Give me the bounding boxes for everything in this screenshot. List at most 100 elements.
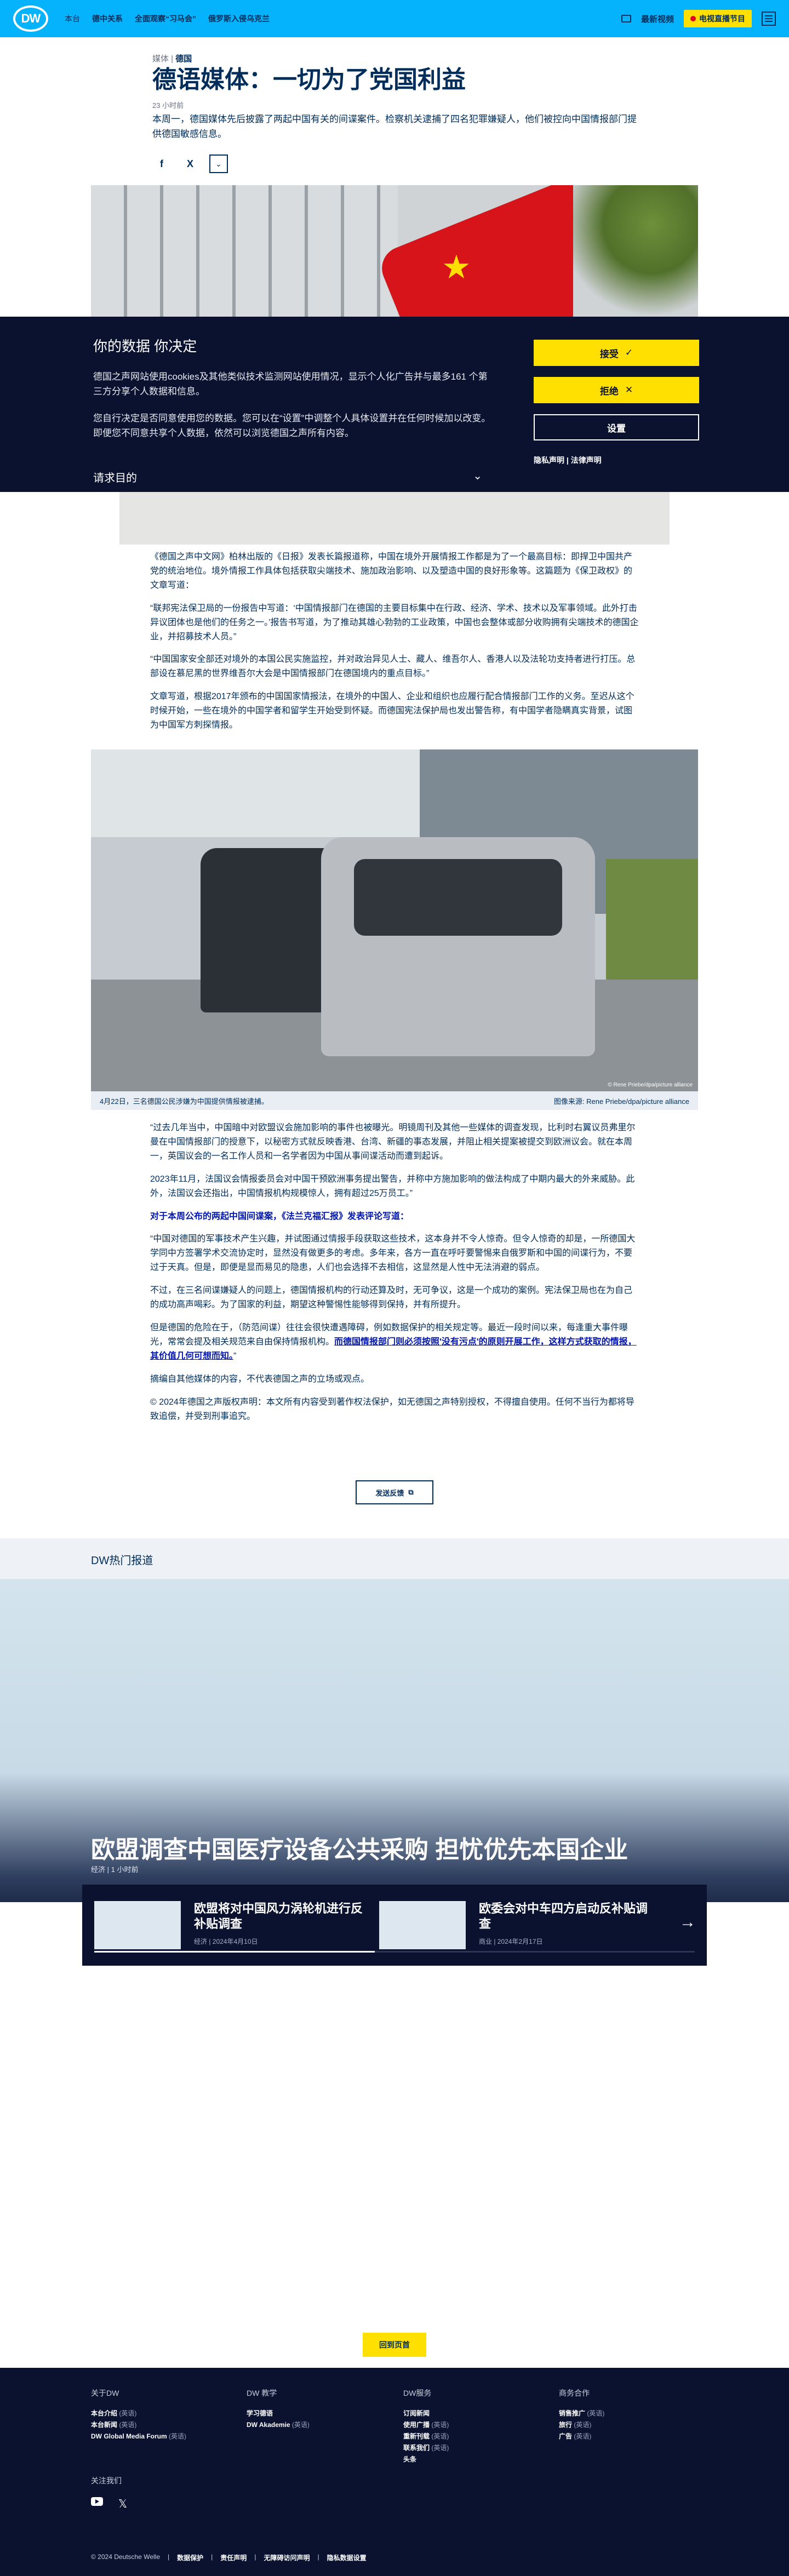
footer-link-label: 学习德语 bbox=[247, 2409, 273, 2417]
body-paragraph: “中国国家安全部还对境外的本国公民实施监控，并对政治异见人士、藏人、维吾尔人、香… bbox=[150, 655, 636, 679]
nav-item-ukraine[interactable]: 俄罗斯入侵乌克兰 bbox=[208, 13, 270, 24]
cookie-consent-banner: 你的数据 你决定 德国之声网站使用cookies及其他类似技术监测网站使用情况，… bbox=[0, 317, 789, 492]
footer-link-note: (英语) bbox=[291, 2420, 310, 2429]
footer-link-note: (英语) bbox=[169, 2432, 187, 2440]
footer-link-note: (英语) bbox=[574, 2420, 592, 2429]
hot-card-title: 欧盟将对中国风力涡轮机进行反补贴调查 bbox=[194, 1902, 363, 1931]
hot-card[interactable]: 欧委会对中车四方启动反补贴调查 商业 | 2024年2月17日 bbox=[379, 1901, 653, 1949]
hero-image: ★ bbox=[91, 185, 698, 317]
body-paragraph: 文章写道，根据2017年颁布的中国国家情报法，在境外的中国人、企业和组织也应履行… bbox=[150, 692, 634, 730]
legal-link[interactable]: 隐私数据设置 bbox=[327, 2553, 367, 2562]
footer-link[interactable]: 旅行 (英语) bbox=[559, 2419, 604, 2431]
footer-link[interactable]: DW Global Media Forum (英语) bbox=[91, 2431, 186, 2442]
footer-link-label: DW Akademie bbox=[247, 2420, 290, 2429]
footer-link-label: 广告 bbox=[559, 2432, 573, 2440]
accept-label: 接受 bbox=[599, 348, 619, 359]
body-paragraph: 但是德国的危险在于，（防范间谍）往往会很快遭遇障碍，例如数据保护的相关规定等。最… bbox=[150, 1321, 639, 1364]
follow-us-label: 关注我们 bbox=[91, 2476, 122, 2485]
share-more-icon[interactable]: ⌄ bbox=[209, 154, 228, 173]
silver-van bbox=[321, 837, 595, 1056]
legal-link[interactable]: 无障碍访问声明 bbox=[264, 2553, 310, 2562]
hot-carousel: 欧盟将对中国风力涡轮机进行反补贴调查经济 | 2024年4月10日 欧委会对中车… bbox=[82, 1885, 707, 1966]
footer-link-label: DW Global Media Forum bbox=[91, 2432, 167, 2440]
footer-link[interactable]: 广告 (英语) bbox=[559, 2431, 604, 2442]
footer-link[interactable]: 头条 bbox=[403, 2454, 449, 2465]
hot-card-thumb bbox=[94, 1901, 181, 1949]
footer-link-label: 销售推广 bbox=[559, 2409, 586, 2417]
flag-star-icon: ★ bbox=[442, 249, 471, 285]
youtube-icon[interactable] bbox=[91, 2497, 103, 2506]
nav-item-xi-ma-meeting[interactable]: 全面观察“习马会” bbox=[135, 13, 196, 24]
footer-link[interactable]: 使用广播 (英语) bbox=[403, 2419, 449, 2431]
breadcrumb-germany[interactable]: 德国 bbox=[175, 54, 192, 64]
footer-col-title: 商务合作 bbox=[559, 2389, 590, 2397]
nav-item-home[interactable]: 本台 bbox=[65, 13, 80, 24]
check-icon: ✓ bbox=[625, 347, 633, 358]
hot-headline[interactable]: 欧盟调查中国医疗设备公共采购 担忧优先本国企业 bbox=[91, 1830, 698, 1865]
footer-link[interactable]: 本台新闻 (英语) bbox=[91, 2419, 186, 2431]
footer-col-business: 商务合作 销售推广 (英语) 旅行 (英语) 广告 (英语) bbox=[559, 2386, 604, 2442]
x-twitter-icon[interactable]: 𝕏 bbox=[118, 2497, 127, 2511]
menu-icon[interactable] bbox=[762, 12, 776, 26]
footer-link-note: (英语) bbox=[574, 2432, 592, 2440]
hot-card[interactable]: 欧盟将对中国风力涡轮机进行反补贴调查经济 | 2024年4月10日 bbox=[94, 1901, 368, 1949]
arrow-right-icon[interactable]: → bbox=[679, 1913, 696, 1932]
footer-link[interactable]: 学习德语 bbox=[247, 2408, 310, 2419]
footer-col-title: DW 教学 bbox=[247, 2389, 277, 2397]
cookie-purposes-toggle[interactable]: 请求目的 ⌄ bbox=[93, 469, 482, 485]
accept-button[interactable]: 接受 ✓ bbox=[534, 340, 699, 366]
footer-col-title: 关于DW bbox=[91, 2389, 119, 2397]
caption-credit: 图像来源: Rene Priebe/dpa/picture alliance bbox=[553, 1097, 689, 1106]
carousel-progress bbox=[94, 1951, 695, 1953]
photo-overlay-credit: © Rene Priebe/dpa/picture alliance bbox=[608, 1082, 693, 1088]
footer-link[interactable]: 订阅新闻 bbox=[403, 2408, 449, 2419]
footer-link[interactable]: 本台介绍 (英语) bbox=[91, 2408, 186, 2419]
footer-link-label: 本台介绍 bbox=[91, 2409, 118, 2417]
back-to-top-button[interactable]: 回到页首 bbox=[363, 2333, 426, 2357]
feedback-label: 发送反馈 bbox=[375, 1489, 404, 1497]
footer-link-note: (英语) bbox=[587, 2409, 605, 2417]
send-feedback-button[interactable]: 发送反馈 ⧉ bbox=[356, 1480, 433, 1504]
body-paragraph: “中国对德国的军事技术产生兴趣，并试图通过情报手段获取这些技术，这本身并不令人惊… bbox=[150, 1234, 636, 1273]
feedback-icon: ⧉ bbox=[408, 1488, 414, 1496]
copyright-notice: © 2024年德国之声版权声明：本文所有内容受到著作权法保护，如无德国之声特别授… bbox=[150, 1397, 634, 1421]
dw-logo[interactable]: DW bbox=[13, 5, 48, 32]
reject-button[interactable]: 拒绝 ✕ bbox=[534, 377, 699, 403]
footer-link-note: (英语) bbox=[119, 2420, 137, 2429]
legal-link[interactable]: 法律声明 bbox=[571, 456, 602, 465]
breadcrumb-media[interactable]: 媒体 bbox=[152, 54, 169, 64]
cookie-text-1: 德国之声网站使用cookies及其他类似技术监测网站使用情况，显示个人化广告并与… bbox=[93, 371, 488, 397]
carousel-progress-fill bbox=[94, 1951, 375, 1953]
facebook-icon[interactable]: f bbox=[152, 154, 171, 173]
footer-link-label: 重新刊载 bbox=[403, 2432, 430, 2440]
live-tv-button[interactable]: 电视直播节目 bbox=[684, 10, 752, 27]
footer-link-note: (英语) bbox=[431, 2432, 449, 2440]
cookie-buttons: 接受 ✓ 拒绝 ✕ 设置 bbox=[534, 340, 699, 451]
building-facade bbox=[91, 185, 398, 317]
latest-video-link[interactable]: 最新视频 bbox=[641, 13, 674, 25]
legal-link[interactable]: 责任声明 bbox=[220, 2553, 247, 2562]
header-actions: 最新视频 电视直播节目 bbox=[621, 10, 776, 27]
footer-link[interactable]: 联系我们 (英语) bbox=[403, 2442, 449, 2454]
legal-link[interactable]: 数据保护 bbox=[177, 2553, 203, 2562]
footer-link[interactable]: 重新刊载 (英语) bbox=[403, 2431, 449, 2442]
chevron-down-icon: ⌄ bbox=[473, 470, 482, 482]
footer-link[interactable]: 销售推广 (英语) bbox=[559, 2408, 604, 2419]
cookie-title: 你的数据 你决定 bbox=[93, 338, 197, 354]
nav-item-germany-china[interactable]: 德中关系 bbox=[92, 13, 123, 24]
footer-col-title: DW服务 bbox=[403, 2389, 432, 2397]
footer-link[interactable]: DW Akademie (英语) bbox=[247, 2419, 310, 2431]
body-paragraph: 2023年11月，法国议会情报委员会对中国干预欧洲事务提出警告，并称中方施加影响… bbox=[150, 1174, 635, 1198]
breadcrumb: 媒体 | 德国 bbox=[152, 54, 192, 64]
settings-button[interactable]: 设置 bbox=[534, 414, 699, 440]
privacy-link[interactable]: 隐私声明 bbox=[534, 456, 564, 465]
tree-foliage bbox=[573, 185, 698, 317]
body-paragraph: 《德国之声中文网》柏林出版的《日报》发表长篇报道称，中国在境外开展情报工作都是为… bbox=[150, 552, 633, 590]
video-icon bbox=[621, 15, 631, 22]
article-photo[interactable]: © Rene Priebe/dpa/picture alliance bbox=[91, 749, 698, 1091]
body-paragraph: “过去几年当中，中国暗中对欧盟议会施加影响的事件也被曝光。明镜周刊及其他一些媒体… bbox=[150, 1123, 636, 1161]
x-twitter-icon[interactable]: X bbox=[181, 154, 199, 173]
hot-card-meta: 经济 | 2024年4月10日 bbox=[194, 1938, 258, 1945]
footer-link-label: 头条 bbox=[403, 2455, 417, 2463]
article-teaser: 本周一，德国媒体先后披露了两起中国有关的间谍案件。检察机关逮捕了四名犯罪嫌疑人，… bbox=[152, 114, 637, 140]
